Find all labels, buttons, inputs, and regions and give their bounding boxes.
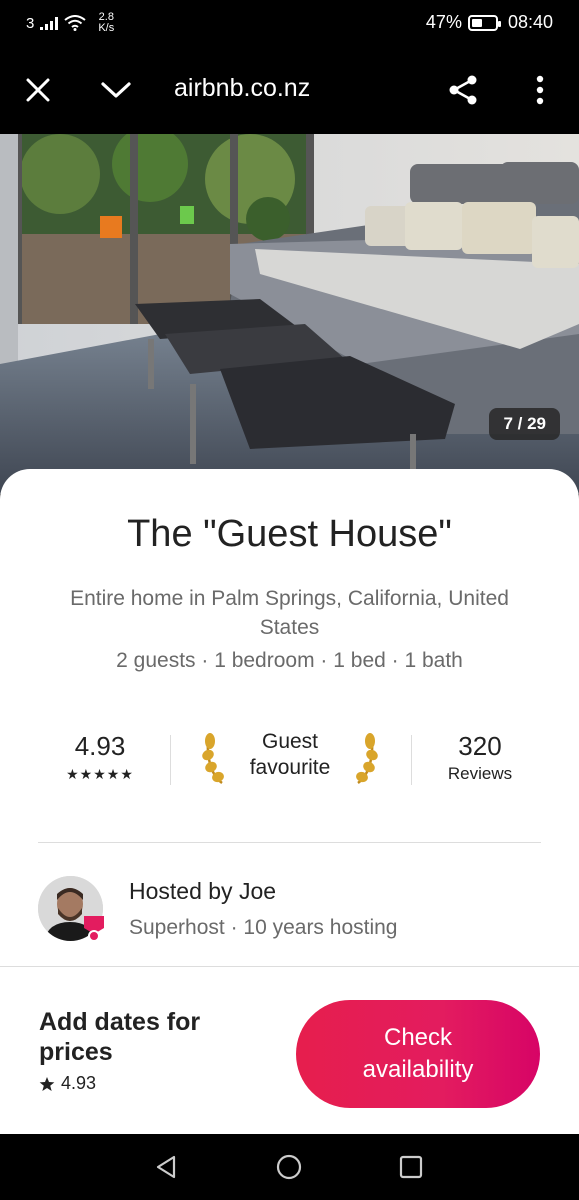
footer-rating-value: 4.93 <box>61 1073 97 1093</box>
guest-favourite-badge: Guest favourite <box>200 729 380 789</box>
price-label: Add dates for prices <box>39 1008 201 1066</box>
browser-toolbar: airbnb.co.nz <box>0 46 579 134</box>
clock: 08:40 <box>507 12 553 32</box>
listing-details: 2 guests · 1 bedroom · 1 bed · 1 bath <box>116 649 463 672</box>
star-rating-icon: ★★★★★ <box>66 766 134 782</box>
host-name: Hosted by Joe <box>129 878 277 904</box>
booking-bar: Add dates for prices 4.93 Check availabi… <box>0 966 579 1134</box>
share-button[interactable] <box>445 72 481 108</box>
chevron-down-icon <box>101 82 131 98</box>
battery-icon <box>467 14 501 31</box>
network-speed-unit: K/s <box>98 22 115 34</box>
photo-counter: 7 / 29 <box>489 408 560 440</box>
star-icon <box>39 1076 55 1091</box>
status-bar: 3 2.8 K/s 47% 08:40 <box>0 0 579 46</box>
back-icon[interactable] <box>153 1154 179 1180</box>
recents-icon[interactable] <box>398 1154 424 1180</box>
guest-favourite-label: Guest favourite <box>236 729 344 781</box>
status-left: 3 2.8 K/s <box>26 12 114 34</box>
more-menu-button[interactable] <box>522 72 558 108</box>
share-icon <box>449 75 477 105</box>
button-line1: Check <box>383 1024 453 1051</box>
host-section[interactable]: Hosted by Joe Superhost · 10 years hosti… <box>38 876 541 946</box>
laurel-right-icon <box>356 733 378 784</box>
minimize-button[interactable] <box>98 72 134 108</box>
listing-sheet: The "Guest House" Entire home in Palm Sp… <box>0 469 579 966</box>
divider <box>170 735 171 785</box>
reviews-label: Reviews <box>447 764 513 783</box>
more-vertical-icon <box>536 75 544 105</box>
battery-percent: 47% <box>425 12 462 32</box>
signal-icon <box>40 16 59 30</box>
wifi-icon <box>64 15 86 31</box>
section-divider <box>38 842 541 843</box>
network-speed: 2.8 K/s <box>98 12 114 34</box>
divider <box>411 735 412 785</box>
home-icon[interactable] <box>276 1154 302 1180</box>
superhost-badge-icon <box>84 916 104 942</box>
stats-row[interactable]: 4.93 ★★★★★ Guest favourite 320 Reviews <box>0 729 579 791</box>
button-line2: availability <box>362 1056 474 1083</box>
check-availability-label: Check availability <box>363 1022 474 1086</box>
rating-value: 4.93 <box>74 731 126 761</box>
check-availability-button[interactable]: Check availability <box>296 1000 540 1108</box>
guest-favourite-line2: favourite <box>249 756 331 779</box>
listing-title: The "Guest House" <box>127 513 452 555</box>
url-text[interactable]: airbnb.co.nz <box>174 74 310 103</box>
reviews-count: 320 <box>458 731 502 761</box>
reviews-stat[interactable]: 320 Reviews <box>430 731 530 784</box>
listing-location: Entire home in Palm Springs, California,… <box>70 587 509 639</box>
status-right: 47% 08:40 <box>426 12 553 33</box>
rating-stat: 4.93 ★★★★★ <box>40 731 160 783</box>
system-nav-bar <box>0 1134 579 1200</box>
close-icon <box>26 78 50 102</box>
host-meta: Superhost · 10 years hosting <box>129 916 398 939</box>
footer-rating: 4.93 <box>39 1073 96 1094</box>
close-button[interactable] <box>20 72 56 108</box>
listing-photo[interactable] <box>0 134 579 494</box>
guest-favourite-line1: Guest <box>261 730 319 753</box>
bedroom-photo-illustration <box>0 134 579 494</box>
laurel-left-icon <box>202 733 224 784</box>
sim-indicator: 3 <box>26 14 35 32</box>
